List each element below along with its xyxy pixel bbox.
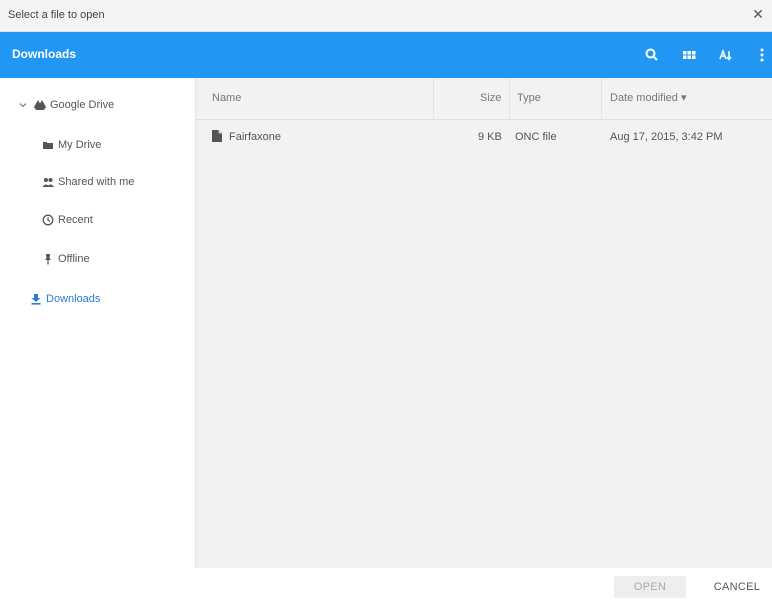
current-location: Downloads [12, 47, 77, 61]
sidebar-item-google-drive[interactable]: Google Drive [18, 94, 114, 116]
sidebar-item-offline[interactable]: Offline [42, 248, 90, 270]
file-icon [212, 130, 222, 144]
file-type: ONC file [515, 131, 557, 143]
column-header-label: Date modified [610, 92, 678, 104]
column-header-type[interactable]: Type [517, 78, 541, 119]
dialog-title: Select a file to open [8, 9, 105, 21]
column-header-name[interactable]: Name [212, 78, 241, 119]
dialog-footer: OPEN CANCEL [0, 568, 772, 602]
column-header-date-modified[interactable]: Date modified ▾ [610, 78, 686, 119]
column-divider[interactable] [509, 78, 510, 119]
search-icon[interactable] [641, 44, 663, 66]
more-vert-icon[interactable] [751, 44, 772, 66]
sidebar-item-label: Downloads [46, 293, 101, 305]
file-date-modified: Aug 17, 2015, 3:42 PM [610, 131, 723, 143]
table-row[interactable]: Fairfaxone 9 KB ONC file Aug 17, 2015, 3… [196, 120, 772, 154]
people-icon [42, 176, 54, 188]
sidebar-item-label: Shared with me [58, 176, 135, 188]
sidebar-item-my-drive[interactable]: My Drive [42, 134, 101, 156]
download-icon [30, 293, 42, 305]
toolbar: Downloads [0, 32, 772, 78]
google-drive-icon [34, 99, 46, 111]
chevron-down-icon[interactable] [18, 100, 28, 110]
sidebar-item-label: Google Drive [50, 99, 115, 111]
sidebar-item-recent[interactable]: Recent [42, 209, 93, 231]
sidebar-item-label: Recent [58, 214, 93, 226]
sidebar-item-shared-with-me[interactable]: Shared with me [42, 171, 134, 193]
file-list: Name Size Type Date modified ▾ Fairfaxon… [196, 78, 772, 568]
column-header-size[interactable]: Size [480, 78, 501, 119]
close-icon[interactable]: ✕ [750, 6, 766, 22]
file-list-header: Name Size Type Date modified ▾ [196, 78, 772, 120]
sort-icon[interactable] [715, 44, 737, 66]
sort-arrow-icon: ▾ [680, 92, 687, 104]
column-divider[interactable] [601, 78, 602, 119]
sidebar-item-label: Offline [58, 253, 90, 265]
sidebar-item-downloads[interactable]: Downloads [30, 288, 100, 310]
sidebar-item-label: My Drive [58, 139, 102, 151]
pin-icon [42, 253, 54, 265]
clock-icon [42, 214, 54, 226]
grid-view-icon[interactable] [678, 44, 700, 66]
open-button[interactable]: OPEN [614, 576, 686, 598]
column-divider[interactable] [433, 78, 434, 119]
file-name: Fairfaxone [229, 131, 281, 143]
file-size: 9 KB [478, 131, 502, 143]
sidebar: Google Drive My Drive Shared with me Rec… [0, 78, 196, 568]
folder-icon [42, 139, 54, 151]
cancel-button[interactable]: CANCEL [708, 576, 766, 598]
dialog-titlebar: Select a file to open ✕ [0, 0, 772, 32]
